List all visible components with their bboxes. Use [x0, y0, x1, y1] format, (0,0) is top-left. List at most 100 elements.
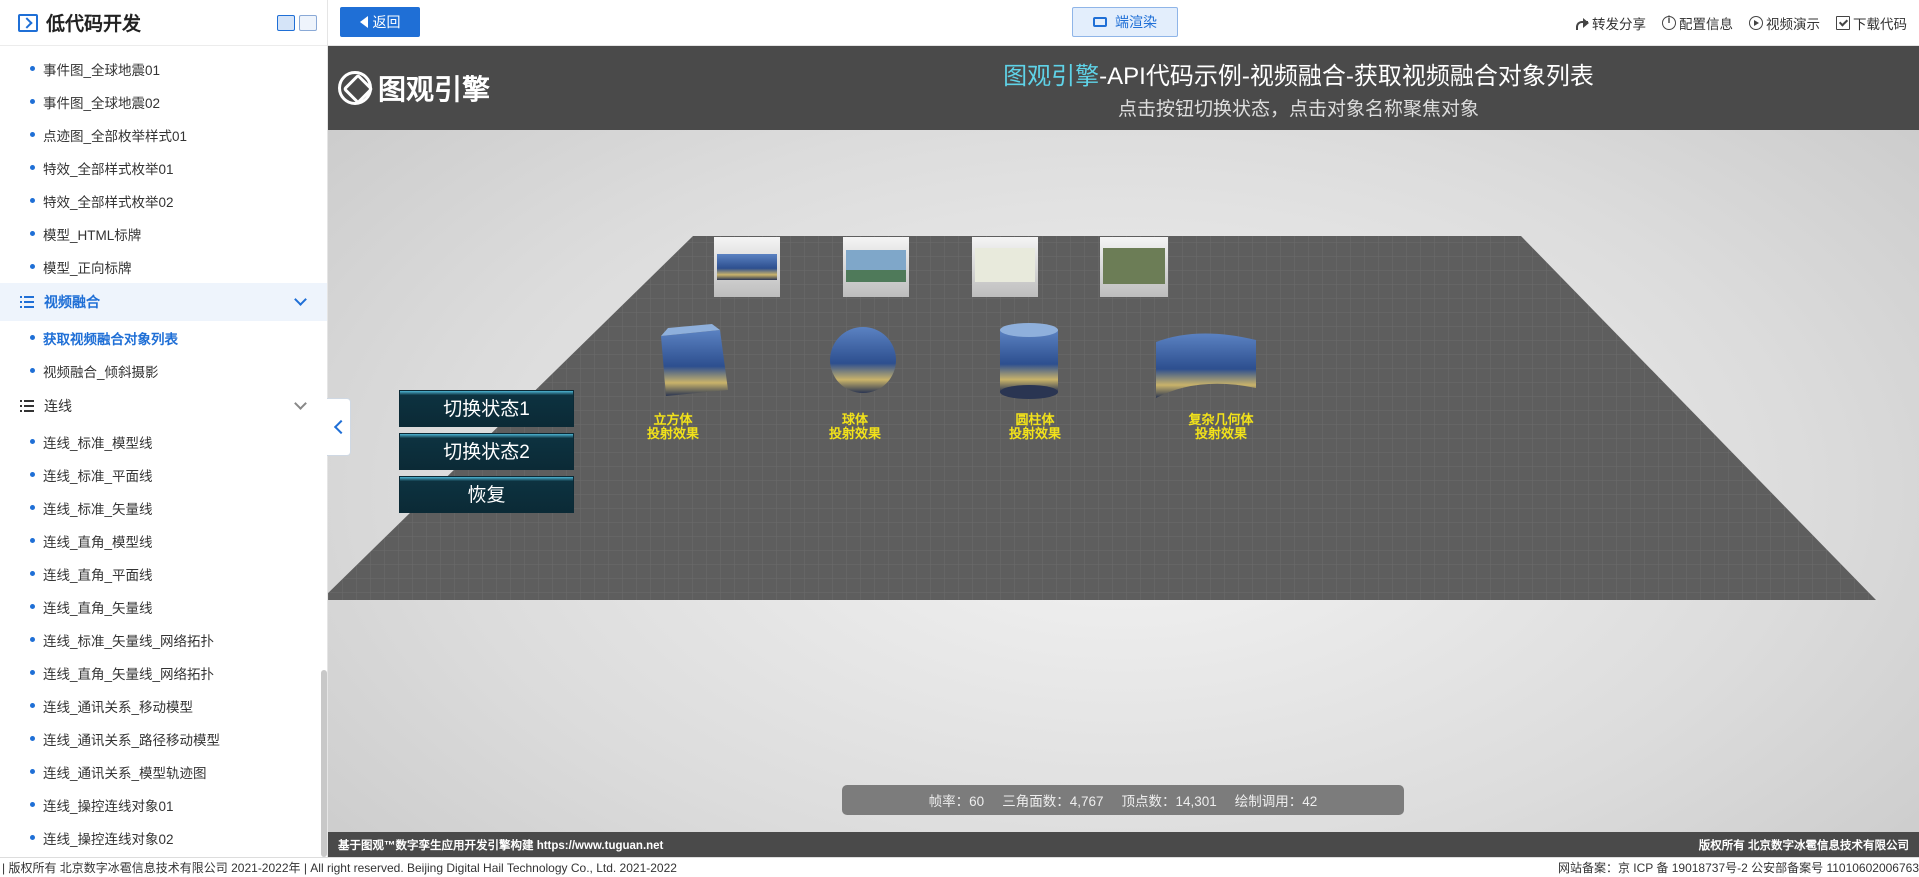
bullet-icon [30, 637, 35, 642]
vertices-stat: 顶点数：14,301 [1121, 794, 1217, 809]
sidebar-item[interactable]: 视频融合_倾斜摄影 [0, 354, 327, 387]
scene-footer: 基于图观™数字孪生应用开发引擎构建 https://www.tuguan.net… [328, 832, 1919, 857]
sidebar-item[interactable]: 事件图_全球地震02 [0, 85, 327, 118]
sidebar-title: 低代码开发 [46, 14, 142, 35]
monitor-icon [1093, 17, 1107, 27]
sidebar-item[interactable]: 连线_直角_矢量线 [0, 590, 327, 623]
scene-copyright: 版权所有 北京数字冰雹信息技术有限公司 [1698, 839, 1909, 852]
object-label-cube-2[interactable]: 投射效果 [647, 426, 699, 441]
object-label-complex-1[interactable]: 复杂几何体 [1187, 412, 1254, 427]
info-icon [1662, 15, 1676, 30]
download-icon [1836, 16, 1850, 30]
sidebar-item[interactable]: 特效_全部样式枚举02 [0, 184, 327, 217]
bullet-icon [30, 736, 35, 741]
sidebar: 低代码开发 事件图_全球地震01 事件图_全球地震02 点迹图_全部枚举样式01… [0, 0, 328, 857]
config-info-link[interactable]: 配置信息 [1662, 13, 1733, 33]
play-icon [1749, 16, 1763, 30]
bullet-icon [30, 132, 35, 137]
share-link[interactable]: 转发分享 [1575, 13, 1646, 33]
icp-record[interactable]: 网站备案：京 ICP 备 19018737号-2 公安部备案号 11010602… [1558, 859, 1919, 876]
sidebar-item[interactable]: 连线_操控连线对象01 [0, 788, 327, 821]
sidebar-group-video[interactable]: 视频融合 [0, 283, 327, 321]
bullet-icon [30, 703, 35, 708]
bullet-icon [30, 66, 35, 71]
bullet-icon [30, 769, 35, 774]
bullet-icon [30, 472, 35, 477]
list-view-icon[interactable] [277, 14, 295, 31]
bullet-icon [30, 802, 35, 807]
bullet-icon [30, 604, 35, 609]
sidebar-item[interactable]: 连线_通讯关系_移动模型 [0, 689, 327, 722]
sidebar-item[interactable]: 连线_操控连线对象02 [0, 821, 327, 854]
bullet-icon [30, 439, 35, 444]
scene-header: 图观引擎 图观引擎-API代码示例-视频融合-获取视频融合对象列表 点击按钮切换… [328, 46, 1919, 130]
download-code-link[interactable]: 下载代码 [1836, 13, 1907, 33]
object-label-cylinder-2[interactable]: 投射效果 [1009, 426, 1061, 441]
render-mode-button[interactable]: 端渲染 [1072, 7, 1178, 37]
copyright-text: | 版权所有 北京数字冰雹信息技术有限公司 2021-2022年 | All r… [2, 861, 677, 875]
sidebar-item[interactable]: 连线_标准_矢量线 [0, 491, 327, 524]
object-label-sphere-2[interactable]: 投射效果 [829, 426, 881, 441]
list-icon [20, 400, 34, 412]
reset-button[interactable]: 恢复 [399, 476, 574, 513]
engine-credit: 基于图观™数字孪生应用开发引擎构建 https://www.tuguan.net [338, 839, 664, 852]
cube-object[interactable] [661, 324, 728, 396]
chevron-left-icon [333, 419, 348, 435]
sidebar-item[interactable]: 连线_通讯关系_路径移动模型 [0, 722, 327, 755]
sidebar-item[interactable]: 连线_直角_模型线 [0, 524, 327, 557]
sidebar-item[interactable]: 事件图_全球地震01 [0, 52, 327, 85]
sidebar-item[interactable]: 模型_正向标牌 [0, 250, 327, 283]
view-toggles [277, 14, 317, 31]
sidebar-item[interactable]: 点迹图_全部枚举样式01 [0, 118, 327, 151]
object-label-sphere-1[interactable]: 球体 [842, 412, 869, 427]
bullet-icon [30, 335, 35, 340]
bullet-icon [30, 835, 35, 840]
sidebar-item[interactable]: 连线_直角_矢量线_网络拓扑 [0, 656, 327, 689]
bullet-icon [30, 198, 35, 203]
scene-viewport[interactable]: 图观引擎 图观引擎-API代码示例-视频融合-获取视频融合对象列表 点击按钮切换… [328, 46, 1919, 857]
sidebar-group-line[interactable]: 连线 [0, 387, 327, 425]
sidebar-item[interactable]: 模型_HTML标牌 [0, 217, 327, 250]
terminal-icon [18, 13, 38, 32]
switch-state-2-button[interactable]: 切换状态2 [399, 433, 574, 470]
switch-state-1-button[interactable]: 切换状态1 [399, 390, 574, 427]
sidebar-item-active[interactable]: 获取视频融合对象列表 [0, 321, 327, 354]
scene-title: 图观引擎-API代码示例-视频融合-获取视频融合对象列表 [1003, 63, 1594, 90]
sphere-object[interactable] [830, 327, 896, 393]
share-icon [1575, 16, 1589, 30]
triangles-stat: 三角面数：4,767 [1002, 794, 1104, 809]
back-arrow-icon [359, 16, 368, 28]
fps-stat: 帧率：60 [928, 794, 985, 809]
object-label-cylinder-1[interactable]: 圆柱体 [1015, 412, 1055, 427]
object-label-cube-1[interactable]: 立方体 [653, 412, 693, 427]
back-button[interactable]: 返回 [340, 7, 420, 37]
chevron-down-icon [294, 293, 307, 306]
video-panel-4[interactable] [1100, 237, 1168, 297]
cylinder-object[interactable] [1000, 323, 1058, 399]
bullet-icon [30, 505, 35, 510]
sidebar-item[interactable]: 特效_全部样式枚举01 [0, 151, 327, 184]
object-label-complex-2[interactable]: 投射效果 [1195, 426, 1247, 441]
video-panel-2[interactable] [843, 237, 909, 297]
video-panel-1[interactable] [714, 237, 780, 297]
sidebar-item[interactable]: 连线_标准_模型线 [0, 425, 327, 458]
sidebar-item[interactable]: 连线_通讯关系_模型轨迹图 [0, 755, 327, 788]
video-panel-3[interactable] [972, 237, 1038, 297]
list-icon [20, 296, 34, 308]
drawcalls-stat: 绘制调用：42 [1234, 794, 1318, 809]
top-actions: 转发分享 配置信息 视频演示 下载代码 [1575, 0, 1907, 46]
collapse-sidebar-button[interactable] [327, 398, 351, 456]
chevron-down-icon [294, 397, 307, 410]
bullet-icon [30, 231, 35, 236]
bullet-icon [30, 99, 35, 104]
sidebar-scrollbar[interactable] [321, 670, 327, 857]
video-demo-link[interactable]: 视频演示 [1749, 13, 1820, 33]
sidebar-item[interactable]: 连线_标准_矢量线_网络拓扑 [0, 623, 327, 656]
sidebar-item[interactable]: 连线_直角_平面线 [0, 557, 327, 590]
image-view-icon[interactable] [299, 14, 317, 31]
bullet-icon [30, 670, 35, 675]
sidebar-header: 低代码开发 [0, 0, 327, 46]
sidebar-item[interactable]: 连线_标准_平面线 [0, 458, 327, 491]
sidebar-menu: 事件图_全球地震01 事件图_全球地震02 点迹图_全部枚举样式01 特效_全部… [0, 46, 327, 854]
bullet-icon [30, 538, 35, 543]
